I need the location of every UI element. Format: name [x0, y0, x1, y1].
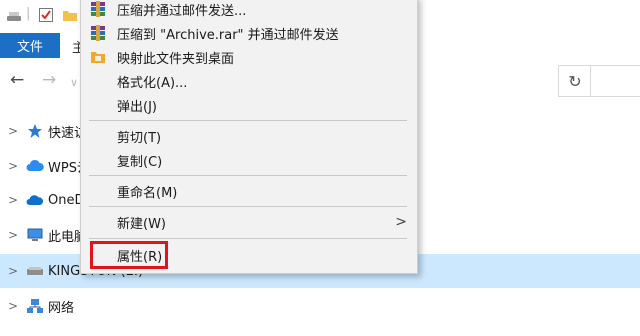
- menu-item-eject[interactable]: 弹出(J): [81, 93, 417, 117]
- expand-chevron-icon[interactable]: >: [0, 264, 26, 278]
- menu-item-label: 重命名(M): [117, 185, 178, 201]
- menu-item-compress-email[interactable]: 压缩并通过邮件发送...: [81, 0, 417, 21]
- menu-item-label: 新建(W): [117, 216, 166, 232]
- menu-separator: [89, 206, 407, 207]
- expand-chevron-icon[interactable]: >: [0, 228, 26, 242]
- wps-folder-icon: [91, 52, 105, 63]
- tree-item-network[interactable]: > 网络: [0, 289, 640, 323]
- refresh-icon: ↻: [568, 71, 582, 91]
- menu-item-format[interactable]: 格式化(A)...: [81, 69, 417, 93]
- tree-item-label: 网络: [48, 300, 75, 316]
- search-input[interactable]: [590, 65, 640, 97]
- qa-separator: |: [26, 6, 31, 21]
- expand-chevron-icon[interactable]: >: [0, 124, 26, 138]
- star-icon: [26, 123, 44, 139]
- menu-item-map-folder-desktop[interactable]: 映射此文件夹到桌面: [81, 45, 417, 69]
- menu-separator: [89, 175, 407, 176]
- network-icon: [26, 298, 44, 314]
- context-menu: 压缩并通过邮件发送... 压缩到 "Archive.rar" 并通过邮件发送 映…: [80, 0, 418, 274]
- menu-item-label: 压缩并通过邮件发送...: [117, 3, 247, 19]
- menu-item-compress-archive-email[interactable]: 压缩到 "Archive.rar" 并通过邮件发送: [81, 21, 417, 45]
- submenu-chevron-right-icon: >: [395, 214, 407, 230]
- winrar-icon: [91, 1, 105, 17]
- menu-item-label: 复制(C): [117, 154, 163, 170]
- menu-item-label: 映射此文件夹到桌面: [117, 51, 235, 67]
- menu-item-copy[interactable]: 复制(C): [81, 148, 417, 172]
- expand-chevron-icon[interactable]: >: [0, 193, 26, 207]
- menu-item-cut[interactable]: 剪切(T): [81, 124, 417, 148]
- recent-chevron-icon[interactable]: ∨: [70, 73, 78, 93]
- tree-item-label: OneD: [48, 192, 85, 208]
- menu-item-label: 弹出(J): [117, 99, 157, 115]
- folder-icon[interactable]: [62, 7, 78, 23]
- onedrive-icon: [26, 192, 44, 208]
- properties-highlight-box: [90, 241, 168, 269]
- menu-item-rename[interactable]: 重命名(M): [81, 179, 417, 203]
- expand-chevron-icon[interactable]: >: [0, 299, 26, 313]
- forward-arrow-icon[interactable]: →: [42, 70, 56, 90]
- usb-drive-icon: [26, 263, 44, 279]
- menu-separator: [89, 238, 407, 239]
- winrar-icon: [91, 25, 105, 41]
- properties-check-icon[interactable]: [38, 7, 54, 23]
- menu-separator: [89, 120, 407, 121]
- menu-item-label: 剪切(T): [117, 130, 162, 146]
- menu-item-label: 格式化(A)...: [117, 75, 188, 91]
- computer-icon: [26, 227, 44, 243]
- menu-item-label: 压缩到 "Archive.rar" 并通过邮件发送: [117, 27, 339, 43]
- tab-file[interactable]: 文件: [0, 33, 60, 58]
- tab-file-label: 文件: [16, 40, 43, 55]
- drive-icon[interactable]: [6, 7, 22, 23]
- menu-item-new[interactable]: 新建(W) >: [81, 210, 417, 234]
- expand-chevron-icon[interactable]: >: [0, 159, 26, 173]
- back-arrow-icon[interactable]: ←: [10, 70, 24, 90]
- wps-cloud-icon: [26, 158, 44, 174]
- refresh-button[interactable]: ↻: [558, 65, 591, 97]
